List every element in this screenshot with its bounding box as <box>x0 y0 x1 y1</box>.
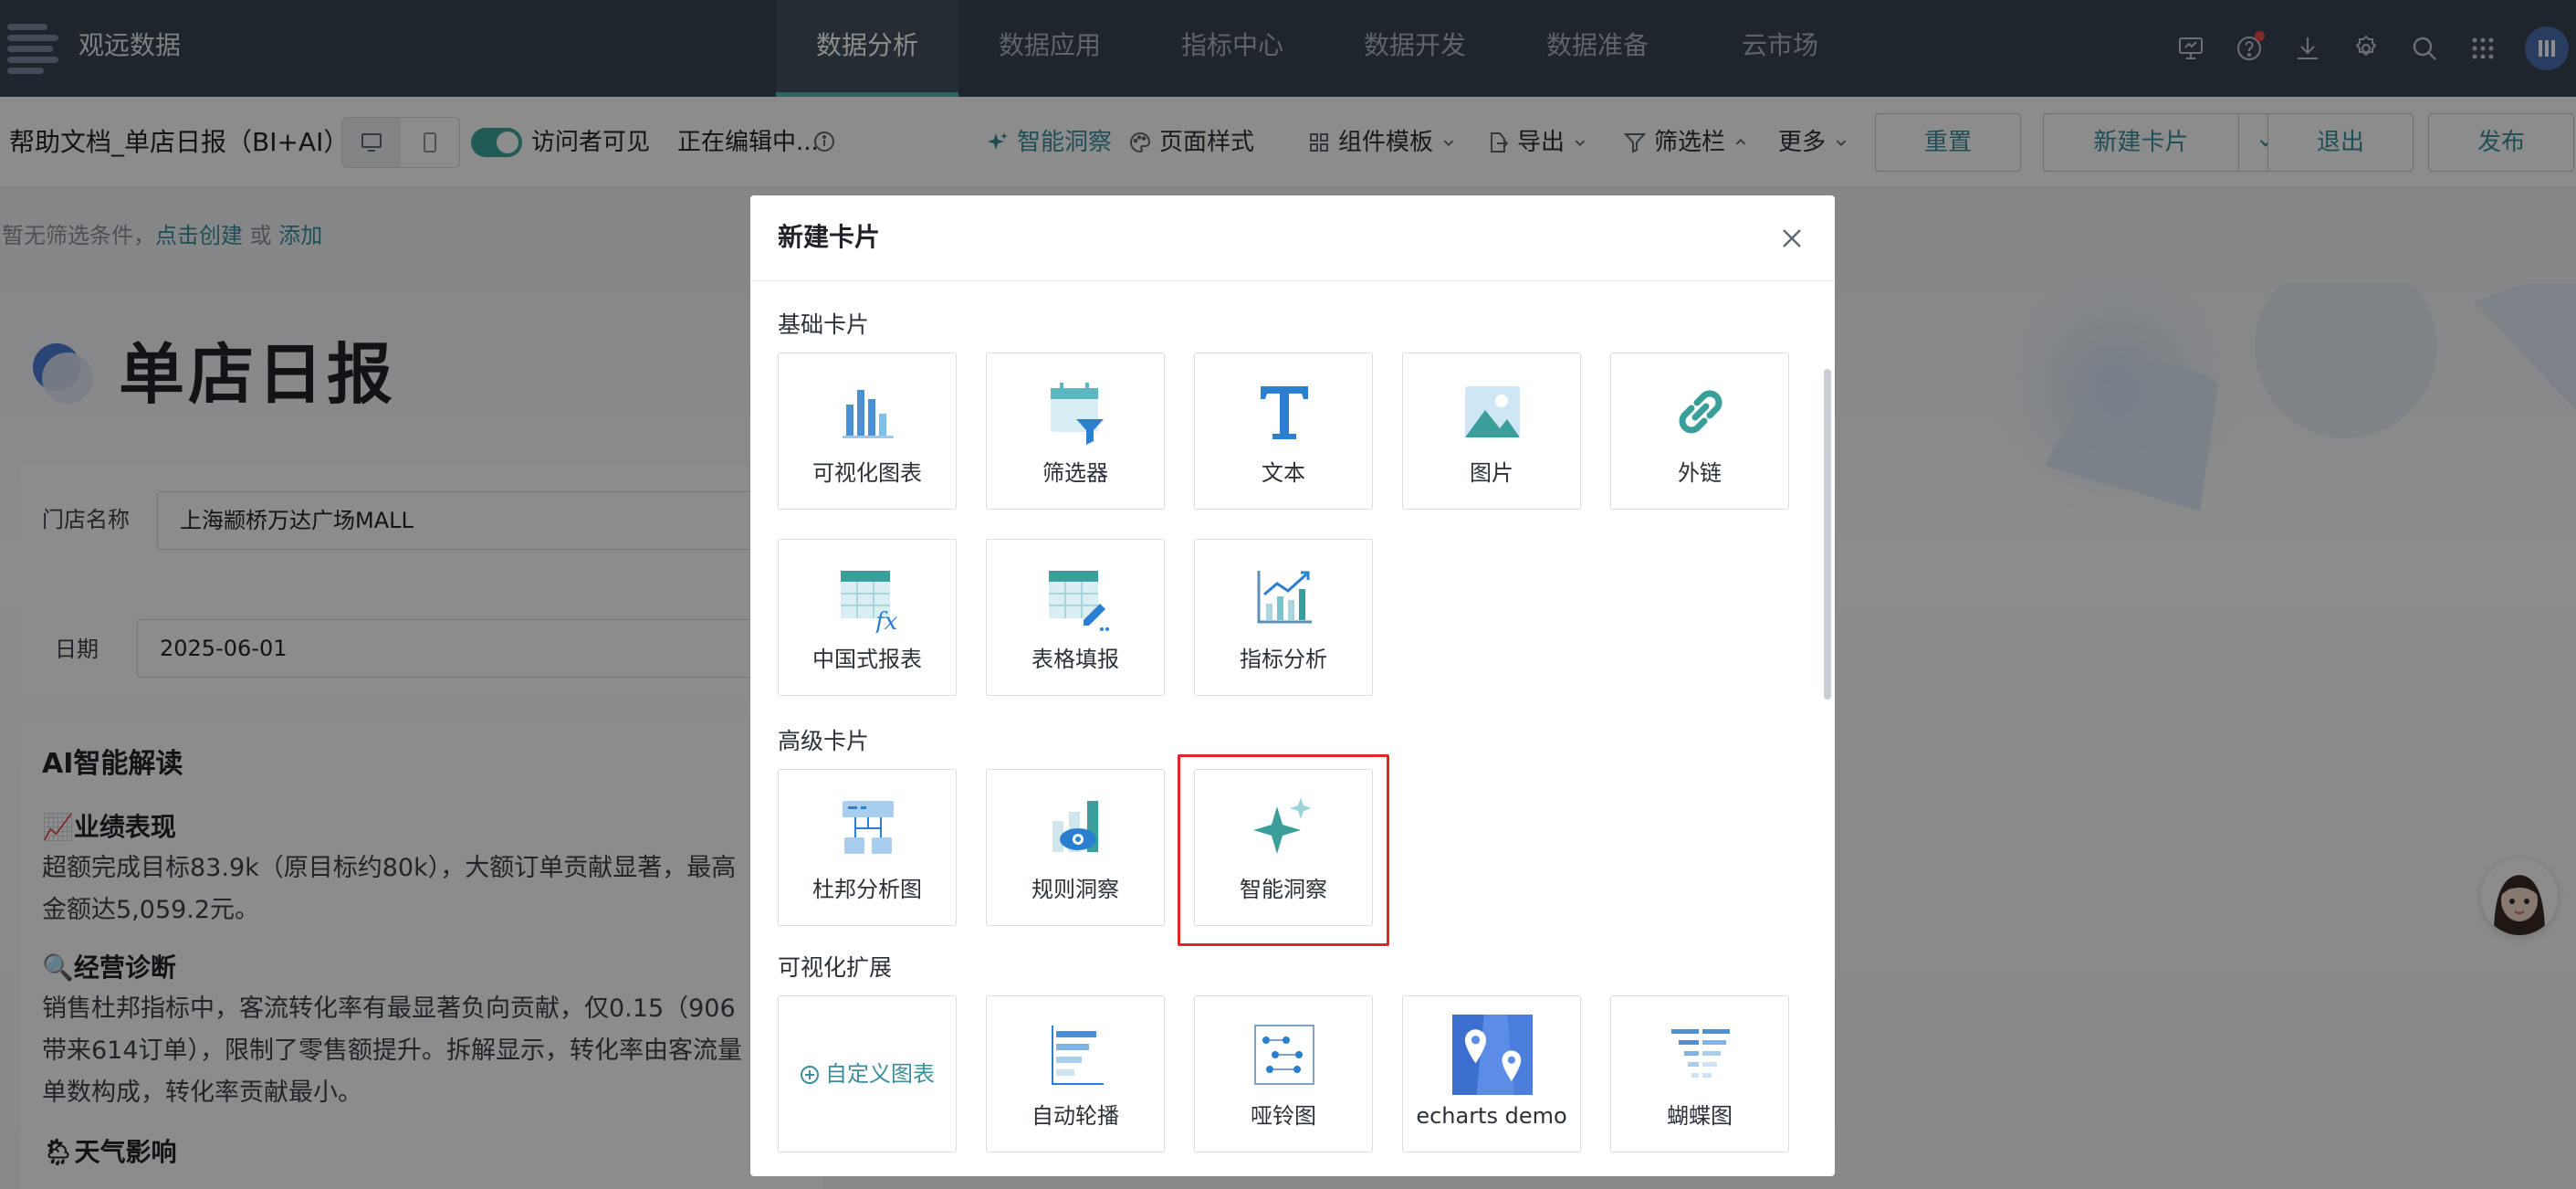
smart-insight-highlight <box>1178 754 1389 946</box>
text-icon <box>1239 377 1330 447</box>
filter-calendar-icon <box>1031 377 1122 447</box>
tile-filter[interactable]: 筛选器 <box>986 352 1165 510</box>
carousel-icon <box>1031 1020 1122 1089</box>
image-icon <box>1447 377 1538 447</box>
svg-text:fx: fx <box>874 608 898 633</box>
tile-image[interactable]: 图片 <box>1402 352 1581 510</box>
rule-insight-icon <box>1031 794 1122 863</box>
map-pin-icon <box>1447 1015 1538 1095</box>
dialog-header: 新建卡片 <box>750 195 1835 281</box>
tile-dumbbell-chart[interactable]: 哑铃图 <box>1194 995 1373 1152</box>
new-card-dialog: 新建卡片 基础卡片 可视化图表 筛选器 文本 图片 外链 fx 中国式报表 表格… <box>750 195 1835 1176</box>
dumbbell-icon <box>1239 1020 1330 1089</box>
close-icon[interactable] <box>1776 223 1807 254</box>
formula-table-icon: fx <box>822 563 914 633</box>
section-title-visual-extension: 可视化扩展 <box>778 954 893 981</box>
table-edit-icon <box>1031 563 1122 633</box>
tile-echarts-demo[interactable]: echarts demo <box>1402 995 1581 1152</box>
tile-custom-chart[interactable]: 自定义图表 <box>778 995 957 1152</box>
tile-auto-carousel[interactable]: 自动轮播 <box>986 995 1165 1152</box>
tile-metric-analysis[interactable]: 指标分析 <box>1194 539 1373 696</box>
dupont-tree-icon <box>822 794 914 863</box>
section-title-advanced: 高级卡片 <box>778 728 870 754</box>
tile-visual-chart[interactable]: 可视化图表 <box>778 352 957 510</box>
tile-external-link[interactable]: 外链 <box>1610 352 1789 510</box>
link-icon <box>1655 377 1746 447</box>
custom-chart-label: 自定义图表 <box>779 1058 956 1089</box>
tile-text[interactable]: 文本 <box>1194 352 1373 510</box>
dialog-body: 基础卡片 可视化图表 筛选器 文本 图片 外链 fx 中国式报表 表格填报 指标… <box>750 281 1835 1176</box>
dialog-title: 新建卡片 <box>778 222 881 252</box>
tile-table-fill[interactable]: 表格填报 <box>986 539 1165 696</box>
tile-rule-insight[interactable]: 规则洞察 <box>986 769 1165 926</box>
section-title-basic: 基础卡片 <box>778 311 870 338</box>
plus-circle-icon <box>801 1066 819 1084</box>
bar-chart-icon <box>822 377 914 447</box>
tile-chinese-report[interactable]: fx 中国式报表 <box>778 539 957 696</box>
tile-butterfly-chart[interactable]: 蝴蝶图 <box>1610 995 1789 1152</box>
dialog-scrollbar[interactable] <box>1824 369 1831 700</box>
tile-dupont-analysis[interactable]: 杜邦分析图 <box>778 769 957 926</box>
metric-chart-icon <box>1239 563 1330 633</box>
butterfly-icon <box>1655 1020 1746 1089</box>
